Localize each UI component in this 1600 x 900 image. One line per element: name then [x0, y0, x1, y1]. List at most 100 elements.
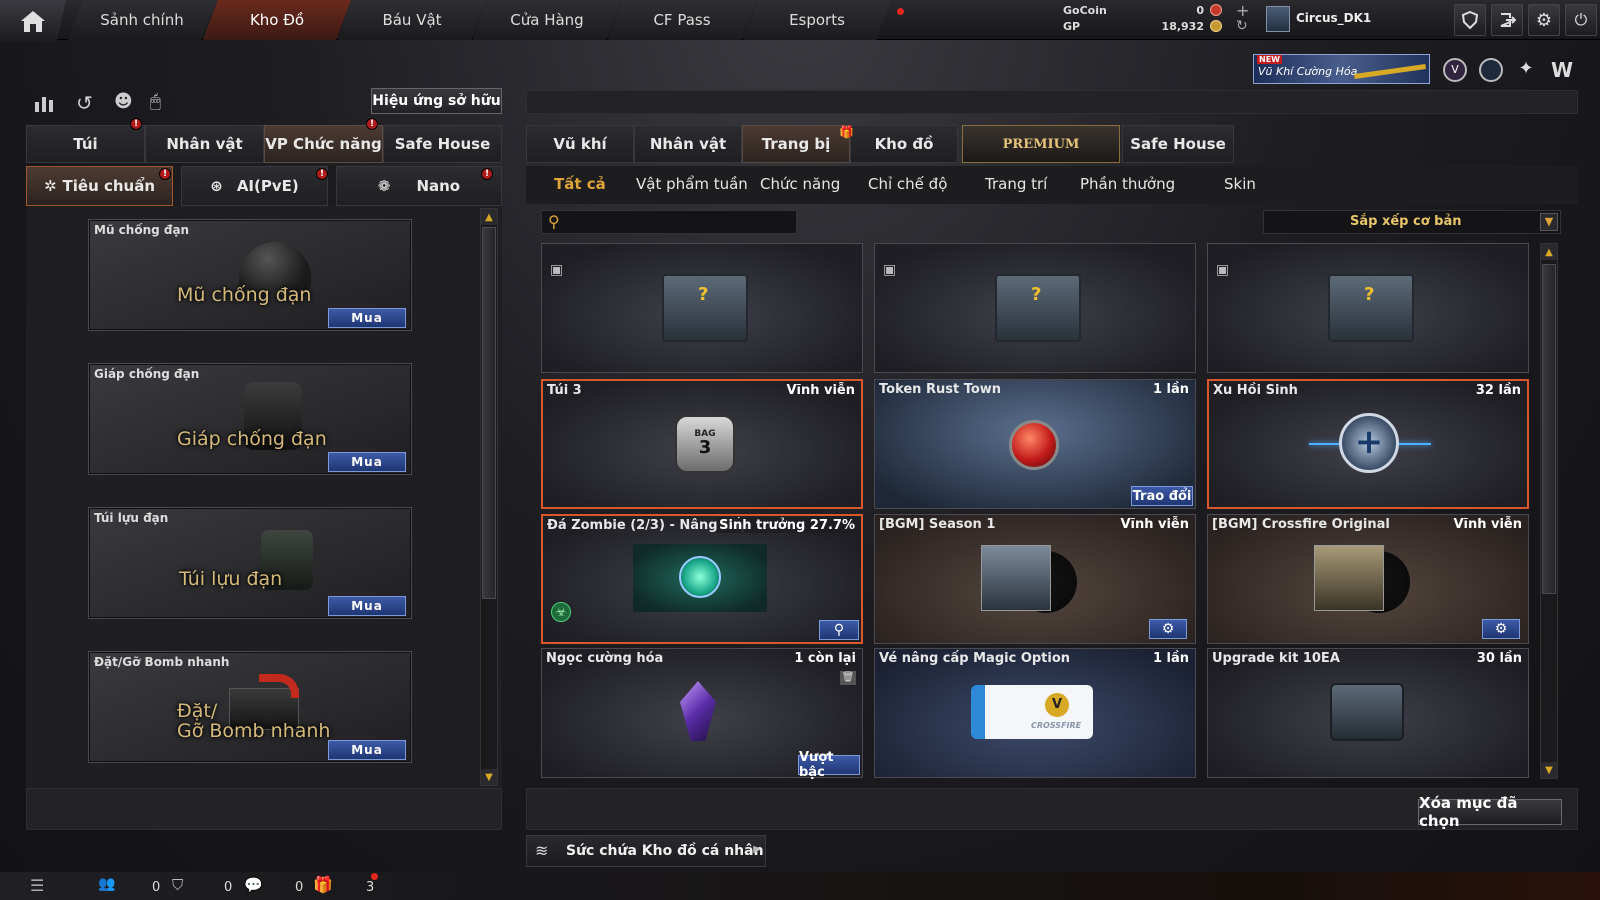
nav-tab-esports[interactable]: Esports — [743, 0, 891, 40]
mystery-chest-icon: ? — [662, 274, 748, 342]
inventory-item-card[interactable]: Upgrade kit 10EA 30 lần — [1207, 648, 1529, 778]
subtab-standard[interactable]: ✲ Tiêu chuẩn — [26, 166, 173, 206]
scroll-thumb[interactable] — [482, 227, 496, 599]
inventory-item-card[interactable]: Token Rust Town 1 lần Trao đổi — [874, 379, 1196, 509]
buy-button[interactable]: Mua — [328, 308, 406, 328]
nav-tab-treasure[interactable]: Báu Vật — [338, 0, 486, 40]
tab-character[interactable]: Nhân vật — [145, 125, 264, 163]
tab-functional-items[interactable]: VP Chức năng — [264, 125, 383, 163]
nav-tab-shop[interactable]: Cửa Hàng — [473, 0, 621, 40]
tab-storage[interactable]: Kho đồ — [850, 125, 958, 163]
sort-dropdown[interactable]: Sắp xếp cơ bản ▼ — [1263, 210, 1561, 234]
filter-rewards[interactable]: Phần thưởng — [1080, 175, 1175, 193]
inventory-item-card[interactable]: [BGM] Season 1 Vĩnh viễn ⚙ — [874, 514, 1196, 644]
mouse-icon[interactable]: 🖱 — [150, 91, 174, 115]
filter-functional[interactable]: Chức năng — [760, 175, 840, 193]
globe-icon[interactable] — [1479, 58, 1503, 82]
tab-label: Túi — [73, 135, 98, 153]
tab-weapons[interactable]: Vũ khí — [526, 125, 634, 163]
settings-button[interactable]: ⚙ — [1482, 619, 1520, 639]
right-scrollbar[interactable]: ▲ ▼ — [1540, 243, 1558, 779]
tab-safe-house-right[interactable]: Safe House — [1122, 125, 1234, 163]
filter-skin[interactable]: Skin — [1224, 175, 1256, 193]
inspect-button[interactable]: ⚲ — [819, 620, 859, 640]
upgrade-button[interactable]: Vượt bậc — [798, 750, 860, 780]
inventory-item-card[interactable]: Ngọc cường hóa 1 còn lại 🗑 Vượt bậc — [541, 648, 863, 780]
inventory-item-card[interactable]: ▣ ? — [541, 243, 863, 373]
search-input[interactable] — [570, 213, 792, 231]
character-icon[interactable]: ☻ — [114, 91, 138, 115]
history-icon[interactable]: ↺ — [76, 91, 100, 115]
buy-button[interactable]: Mua — [328, 452, 406, 472]
filter-all[interactable]: Tất cả — [554, 175, 606, 193]
shop-item-overlay: Gỡ Bomb nhanh — [177, 720, 331, 742]
shop-item-card[interactable]: Túi lựu đạn Túi lựu đạn Mua — [88, 507, 412, 619]
friends-icon[interactable]: 👥 — [98, 876, 115, 892]
pve-icon: ⊛ — [210, 177, 223, 195]
left-scrollbar[interactable]: ▲ ▼ — [480, 208, 498, 786]
sparkle-icon: ✲ — [43, 177, 57, 195]
filter-decor[interactable]: Trang trí — [985, 175, 1047, 193]
chevron-down-icon[interactable]: ▼ — [1540, 213, 1558, 231]
subtab-ai-pve[interactable]: ⊛ AI(PvE) — [181, 166, 328, 206]
shop-item-card[interactable]: Mũ chống đạn Mũ chống đạn Mua — [88, 219, 412, 331]
chat-icon[interactable]: 💬 — [244, 876, 263, 894]
vip-icon[interactable]: V — [1443, 58, 1467, 82]
nav-tab-inventory[interactable]: Kho Đồ — [203, 0, 351, 40]
delete-selected-button[interactable]: Xóa mục đã chọn — [1418, 794, 1562, 830]
bar-chart-icon[interactable] — [33, 93, 57, 113]
tab-premium[interactable]: PREMIUM — [962, 125, 1120, 163]
menu-list-icon[interactable]: ☰ — [30, 876, 44, 895]
exchange-button[interactable]: Trao đổi — [1131, 486, 1193, 506]
rank-badge-icon — [1266, 6, 1290, 32]
promo-banner[interactable]: NEW Vũ Khí Cường Hóa — [1253, 54, 1430, 84]
nav-tab-label: Kho Đồ — [249, 11, 305, 29]
filter-weekly[interactable]: Vật phẩm tuần — [636, 175, 748, 193]
w-logo-icon[interactable]: W — [1548, 58, 1576, 82]
buy-button[interactable]: Mua — [328, 596, 406, 616]
subtab-nano[interactable]: ❁ Nano — [336, 166, 502, 206]
tab-characters[interactable]: Nhân vật — [634, 125, 742, 163]
item-duration: Vĩnh viễn — [1120, 517, 1189, 532]
scroll-up-arrow[interactable]: ▲ — [1541, 244, 1557, 260]
item-duration: 1 còn lại — [794, 651, 856, 666]
clan-button[interactable] — [1454, 4, 1486, 36]
settings-button[interactable]: ⚙ — [1528, 4, 1560, 36]
scroll-down-arrow[interactable]: ▼ — [1541, 762, 1557, 778]
refresh-icon[interactable]: ↻ — [1236, 18, 1248, 34]
gift-icon[interactable]: 🎁 — [313, 875, 333, 894]
scroll-up-arrow[interactable]: ▲ — [481, 209, 497, 225]
inventory-item-card[interactable]: Vé nâng cấp Magic Option 1 lần V CROSSFI… — [874, 648, 1196, 778]
filter-mode[interactable]: Chỉ chế độ — [868, 175, 947, 193]
power-button[interactable]: ⏻ — [1565, 4, 1597, 36]
shop-item-card[interactable]: Đặt/Gỡ Bomb nhanh Đặt/ Gỡ Bomb nhanh Mua — [88, 651, 412, 763]
settings-button[interactable]: ⚙ — [1149, 619, 1187, 639]
inventory-item-card[interactable]: [BGM] Crossfire Original Vĩnh viễn ⚙ — [1207, 514, 1529, 644]
buy-button[interactable]: Mua — [328, 740, 406, 760]
home-button[interactable] — [0, 0, 66, 42]
tab-safe-house[interactable]: Safe House — [383, 125, 502, 163]
scroll-down-arrow[interactable]: ▼ — [481, 769, 497, 785]
nav-tab-cf-pass[interactable]: CF Pass — [608, 0, 756, 40]
bag-number: 3 — [698, 437, 712, 458]
inventory-item-card[interactable]: Xu Hồi Sinh 32 lần + — [1207, 379, 1529, 509]
tab-bag[interactable]: Túi — [26, 125, 145, 163]
shop-item-card[interactable]: Giáp chống đạn Giáp chống đạn Mua — [88, 363, 412, 475]
inventory-item-card[interactable]: Đá Zombie (2/3) - Nâng Cấp Sinh trưởng 2… — [541, 514, 863, 644]
exit-button[interactable] — [1491, 4, 1523, 36]
item-name: Xu Hồi Sinh — [1213, 383, 1298, 398]
star-event-icon[interactable]: ✦ — [1514, 58, 1538, 82]
scroll-thumb[interactable] — [1542, 264, 1556, 594]
clan-shield-icon[interactable]: ⛉ — [172, 876, 183, 894]
search-field[interactable]: ⚲ — [541, 210, 797, 234]
storage-capacity-bar[interactable]: ≋ Sức chứa Kho đồ cá nhân ▶ — [526, 835, 766, 867]
upgrade-ticket-icon: V CROSSFIRE — [971, 685, 1093, 739]
inventory-item-card[interactable]: ▣ ? — [874, 243, 1196, 373]
tab-equipment[interactable]: Trang bị — [742, 125, 850, 163]
inventory-item-card[interactable]: ▣ ? — [1207, 243, 1529, 373]
inventory-item-card[interactable]: Túi 3 Vĩnh viễn BAG 3 — [541, 379, 863, 509]
trash-icon[interactable]: 🗑 — [840, 671, 856, 685]
owned-effects-button[interactable]: Hiệu ứng sở hữu — [371, 88, 502, 114]
gp-label: GP — [1063, 20, 1081, 33]
nav-tab-lobby[interactable]: Sảnh chính — [68, 0, 216, 40]
